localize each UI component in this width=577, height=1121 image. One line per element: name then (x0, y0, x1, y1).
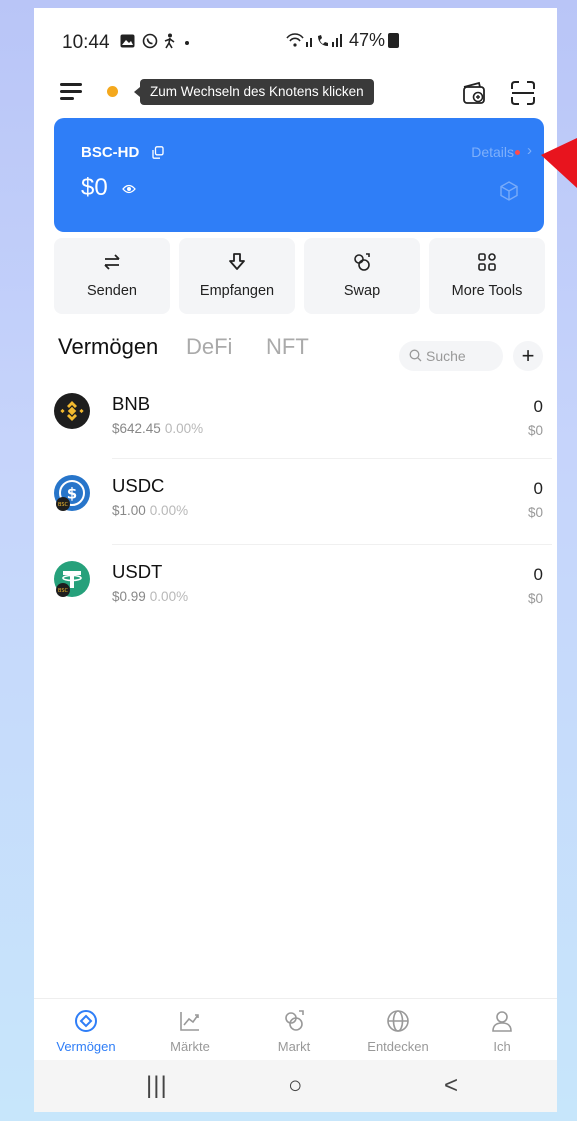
send-label: Senden (87, 283, 137, 299)
back-button[interactable]: < (444, 1072, 458, 1100)
dot-icon (185, 41, 190, 45)
wallet-card[interactable]: BSC-HD Details › $0 (54, 118, 544, 232)
divider (112, 544, 552, 545)
tab-defi[interactable]: DeFi (186, 334, 232, 360)
status-right: 47% (286, 30, 400, 51)
nav-maerkte[interactable]: Märkte (138, 999, 242, 1054)
token-amount: 0 (533, 397, 543, 416)
divider (112, 458, 552, 459)
nav-entdecken[interactable]: Entdecken (346, 999, 450, 1054)
send-button[interactable]: Senden (54, 238, 170, 314)
price-change: 0.00% (164, 421, 204, 436)
notification-dot (515, 150, 520, 155)
assets-icon (75, 1010, 97, 1032)
token-price: $0.99 0.00% (112, 589, 188, 604)
node-switch-tooltip: Zum Wechseln des Knotens klicken (134, 79, 374, 105)
token-amount: 0 (533, 479, 543, 498)
token-row-bnb[interactable]: BNB $642.45 0.00% 0 $0 (34, 393, 557, 477)
token-price: $1.00 0.00% (112, 503, 188, 518)
tab-vermoegen[interactable]: Vermögen (58, 334, 158, 360)
search-icon (409, 349, 422, 362)
token-symbol: USDT (112, 561, 163, 582)
token-price: $642.45 0.00% (112, 421, 203, 436)
more-tools-label: More Tools (451, 283, 523, 299)
status-bar: 10:44 47% (34, 8, 557, 70)
scan-icon[interactable] (510, 80, 536, 106)
cube-icon (500, 181, 518, 201)
whatsapp-icon (142, 33, 158, 49)
action-buttons: Senden Empfangen Swap More Tools (54, 238, 546, 314)
swap-arrows-icon (104, 254, 120, 270)
wallet-add-icon[interactable] (461, 80, 487, 106)
user-icon (492, 1011, 512, 1032)
usdc-logo-icon: $ BSC (54, 475, 90, 511)
chevron-right-icon: › (527, 142, 532, 159)
token-value: $0 (527, 423, 543, 438)
token-value: $0 (527, 505, 543, 520)
gallery-icon (120, 34, 135, 48)
nav-label: Entdecken (367, 1039, 429, 1054)
price-value: $1.00 (112, 503, 146, 518)
token-amount: 0 (533, 565, 543, 584)
more-tools-button[interactable]: More Tools (429, 238, 545, 314)
bnb-logo-icon (54, 393, 90, 429)
search-placeholder: Suche (426, 348, 466, 364)
swap-circle-icon (285, 1010, 304, 1031)
wallet-balance: $0 (81, 174, 108, 201)
add-token-button[interactable]: + (513, 341, 543, 371)
svg-text:BSC: BSC (58, 502, 69, 508)
bottom-navigation: Vermögen Märkte Markt Entdecken Ich (34, 998, 557, 1060)
status-time: 10:44 (62, 32, 110, 53)
notification-icons (120, 32, 191, 52)
search-input[interactable]: Suche (399, 341, 503, 371)
wallet-name: BSC-HD (81, 144, 140, 161)
home-button[interactable]: ○ (288, 1072, 303, 1100)
token-row-usdc[interactable]: $ BSC USDC $1.00 0.00% 0 $0 (34, 475, 557, 559)
eye-icon[interactable] (122, 184, 136, 194)
phone-screen: 10:44 47% Zum Wechseln des Knotens klick… (34, 8, 557, 1112)
receive-icon (229, 253, 245, 270)
node-status-dot[interactable] (107, 86, 118, 97)
receive-button[interactable]: Empfangen (179, 238, 295, 314)
token-value: $0 (527, 591, 543, 606)
receive-label: Empfangen (199, 283, 275, 299)
nav-label: Märkte (170, 1039, 210, 1054)
price-change: 0.00% (149, 589, 189, 604)
grid-icon (478, 253, 496, 271)
token-row-usdt[interactable]: BSC USDT $0.99 0.00% 0 $0 (34, 561, 557, 645)
nav-label: Ich (493, 1039, 511, 1054)
usdt-logo-icon: BSC (54, 561, 90, 597)
battery-icon (388, 33, 400, 48)
price-value: $642.45 (112, 421, 161, 436)
price-change: 0.00% (149, 503, 189, 518)
chart-icon (180, 1012, 199, 1031)
nav-label: Markt (277, 1039, 311, 1054)
token-symbol: BNB (112, 393, 151, 414)
nav-label: Vermögen (56, 1039, 116, 1054)
tab-nft[interactable]: NFT (266, 334, 309, 360)
nav-markt[interactable]: Markt (242, 999, 346, 1054)
svg-text:BSC: BSC (58, 588, 69, 594)
swap-label: Swap (343, 283, 381, 299)
swap-circle-icon (354, 253, 370, 271)
wifi-signal-icon (286, 33, 342, 47)
nav-vermoegen[interactable]: Vermögen (34, 999, 138, 1054)
red-arrow-icon (541, 138, 577, 188)
nav-ich[interactable]: Ich (450, 999, 554, 1054)
walking-icon (165, 33, 175, 49)
battery-percent: 47% (349, 30, 386, 50)
token-symbol: USDC (112, 475, 165, 496)
recents-button[interactable]: ||| (146, 1072, 168, 1100)
globe-icon (387, 1010, 409, 1032)
price-value: $0.99 (112, 589, 146, 604)
hamburger-icon[interactable] (60, 83, 82, 101)
copy-icon[interactable] (152, 146, 164, 159)
swap-button[interactable]: Swap (304, 238, 420, 314)
system-navigation: ||| ○ < (34, 1060, 557, 1112)
details-link[interactable]: Details (471, 144, 514, 160)
